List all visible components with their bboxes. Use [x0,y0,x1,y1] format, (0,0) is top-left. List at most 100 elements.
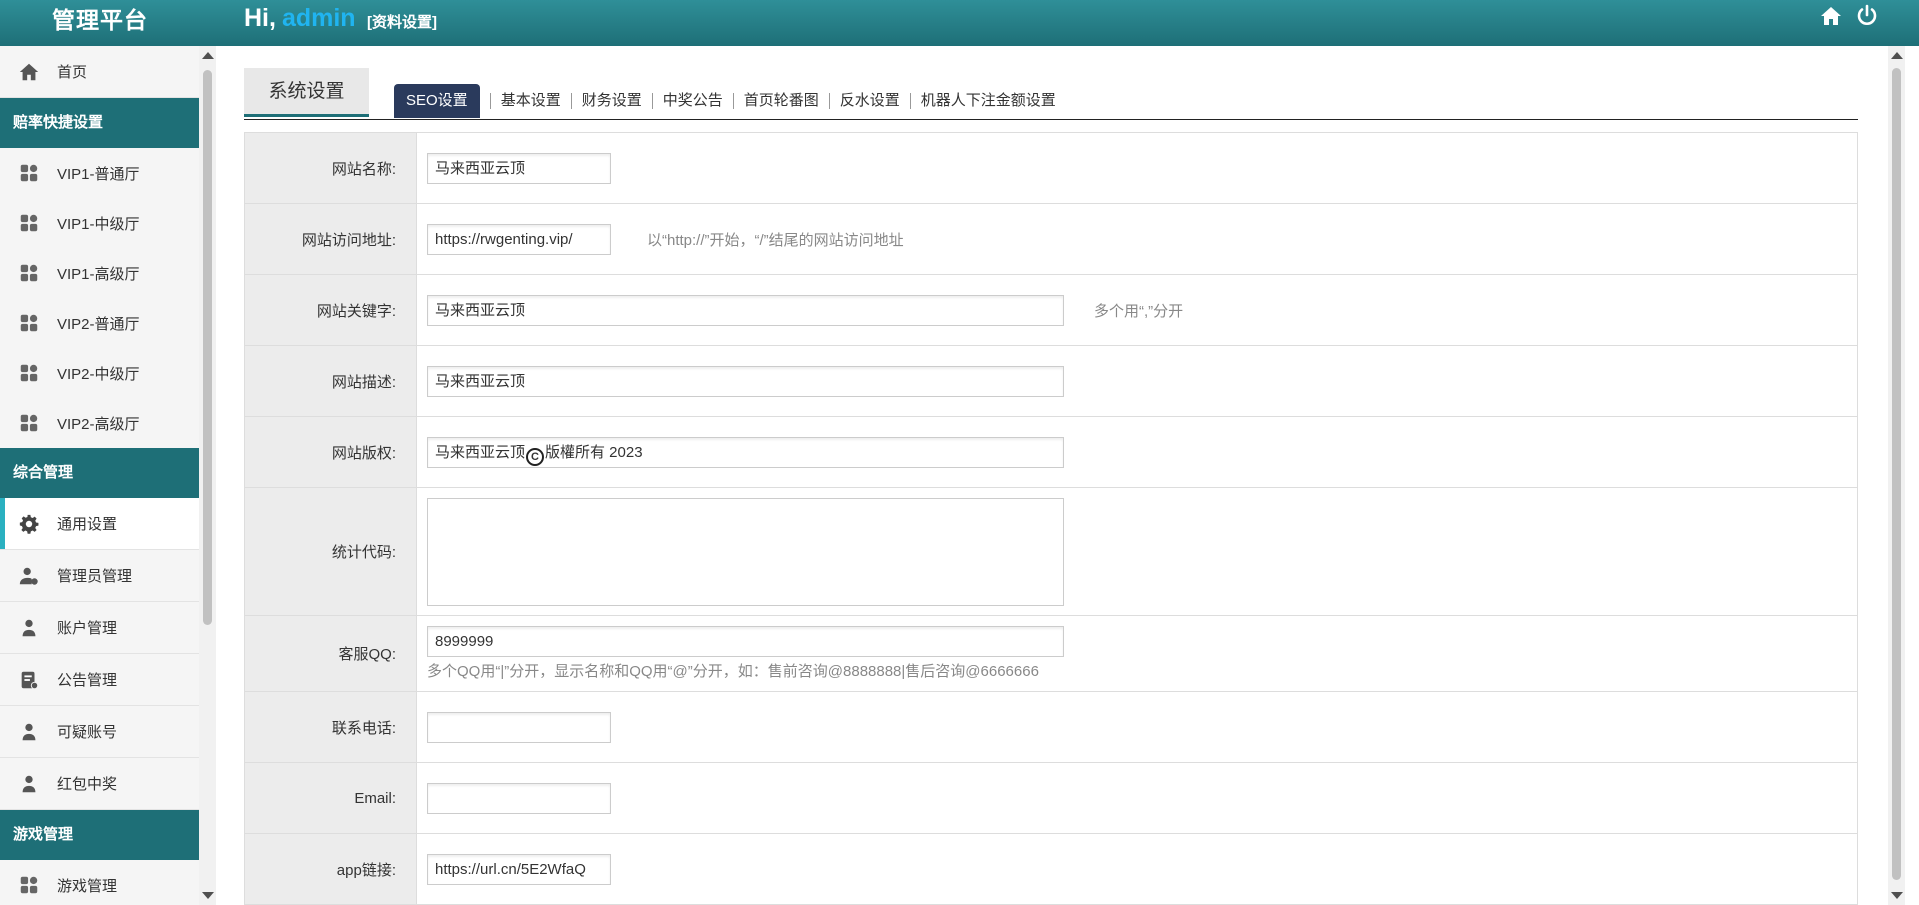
field-label: 网站描述: [245,346,417,416]
form-row-email: Email: [245,763,1857,834]
sidebar-item-label: VIP2-高级厅 [57,415,140,433]
home-icon [0,61,57,83]
sidebar-group-general: 综合管理 [0,448,199,498]
sidebar-item-vip1-mid[interactable]: VIP1-中级厅 [0,198,199,248]
sidebar-item-vip2-mid[interactable]: VIP2-中级厅 [0,348,199,398]
form-row-phone: 联系电话: [245,692,1857,763]
field-label: 客服QQ: [245,616,417,691]
sidebar-item-announcement-management[interactable]: 公告管理 [0,654,199,706]
form-row-qq: 客服QQ: 8999999 多个QQ用“|”分开，显示名称和QQ用“@”分开，如… [245,616,1857,692]
copyright-prefix: 马来西亚云顶 [435,443,526,461]
sidebar-item-vip1-normal[interactable]: VIP1-普通厅 [0,148,199,198]
tab-robot-bet-amount[interactable]: 机器人下注金额设置 [911,84,1066,118]
sidebar-item-vip1-high[interactable]: VIP1-高级厅 [0,248,199,298]
form-row-site-name: 网站名称: 马来西亚云顶 [245,133,1857,204]
sidebar-item-vip2-high[interactable]: VIP2-高级厅 [0,398,199,448]
field-label: 联系电话: [245,692,417,762]
sidebar-item-suspicious-accounts[interactable]: 可疑账号 [0,706,199,758]
user-icon [0,617,57,639]
phone-input[interactable] [427,711,611,743]
sidebar-item-label: VIP2-中级厅 [57,365,140,383]
sidebar-item-home[interactable]: 首页 [0,46,199,98]
tab-seo[interactable]: SEO设置 [394,84,480,118]
profile-settings-link[interactable]: [资料设置] [367,11,437,32]
stat-code-textarea[interactable] [427,497,1064,606]
email-input[interactable] [427,782,611,814]
user-settings-icon [0,565,57,587]
description-input[interactable]: 马来西亚云顶 [427,365,1064,397]
apps-icon [0,874,57,896]
username: admin [281,4,356,32]
field-label: 统计代码: [245,488,417,615]
home-icon[interactable] [1819,4,1843,28]
sidebar-item-label: VIP2-普通厅 [57,315,140,333]
site-url-hint: 以“http://”开始，“/”结尾的网站访问地址 [647,231,904,249]
sidebar-item-label: VIP1-普通厅 [57,165,140,183]
section-title: 系统设置 [244,68,369,117]
sidebar-item-label: 红包中奖 [57,776,118,793]
user-icon [0,721,57,743]
tab-home-carousel[interactable]: 首页轮番图 [734,84,829,118]
qq-input[interactable]: 8999999 [427,626,1064,657]
apps-icon [0,212,57,234]
field-label: 网站版权: [245,417,417,487]
header-actions [1819,4,1879,28]
form-row-app-link: app链接: https://url.cn/5E2WfaQ [245,834,1857,905]
sidebar-item-game-management[interactable]: 游戏管理 [0,860,199,905]
greeting: Hi, admin [244,4,356,33]
settings-tabbar: 系统设置 SEO设置 基本设置 财务设置 中奖公告 首页轮番图 反水设置 机器人… [244,68,1858,120]
field-label: 网站关键字: [245,275,417,345]
apps-icon [0,162,57,184]
form-row-copyright: 网站版权: 马来西亚云顶 C 版權所有 2023 [245,417,1857,488]
scroll-down-arrow-icon[interactable] [1891,892,1903,899]
main-content: 系统设置 SEO设置 基本设置 财务设置 中奖公告 首页轮番图 反水设置 机器人… [216,46,1888,905]
qq-hint: 多个QQ用“|”分开，显示名称和QQ用“@”分开，如：售前咨询@8888888|… [427,663,1039,680]
field-label: Email: [245,763,417,833]
greeting-text: Hi, [244,4,276,32]
power-icon[interactable] [1855,4,1879,28]
sidebar-item-account-management[interactable]: 账户管理 [0,602,199,654]
scroll-up-arrow-icon[interactable] [202,52,214,59]
tab-rebate[interactable]: 反水设置 [830,84,910,118]
apps-icon [0,262,57,284]
scrollbar-thumb[interactable] [203,70,212,625]
app-link-input[interactable]: https://url.cn/5E2WfaQ [427,853,611,885]
top-header: 管理平台 Hi, admin [资料设置] [0,0,1919,46]
tab-basic[interactable]: 基本设置 [491,84,571,118]
form-row-site-url: 网站访问地址: https://rwgenting.vip/ 以“http://… [245,204,1857,275]
sidebar-item-label: 首页 [57,64,88,81]
copyright-input[interactable]: 马来西亚云顶 C 版權所有 2023 [427,436,1064,468]
scroll-down-arrow-icon[interactable] [202,892,214,899]
field-label: app链接: [245,834,417,904]
sidebar-scrollbar[interactable] [199,46,216,905]
main-scrollbar[interactable] [1888,46,1905,905]
sidebar-item-label: 公告管理 [57,672,118,689]
sidebar-item-label: 游戏管理 [57,877,118,895]
scroll-up-arrow-icon[interactable] [1891,52,1903,59]
sidebar-item-label: VIP1-中级厅 [57,215,140,233]
sidebar: 首页 赔率快捷设置 VIP1-普通厅 VIP1-中级厅 VIP1-高级厅 VIP… [0,46,199,905]
keywords-hint: 多个用“,”分开 [1094,302,1184,320]
keywords-input[interactable]: 马来西亚云顶 [427,294,1064,326]
site-url-input[interactable]: https://rwgenting.vip/ [427,223,611,255]
tab-finance[interactable]: 财务设置 [572,84,652,118]
sidebar-item-general-settings[interactable]: 通用设置 [0,498,199,550]
site-name-input[interactable]: 马来西亚云顶 [427,152,611,184]
sidebar-group-odds: 赔率快捷设置 [0,98,199,148]
field-label: 网站访问地址: [245,204,417,274]
sidebar-group-games: 游戏管理 [0,810,199,860]
copyright-icon: C [526,447,545,466]
sidebar-item-admin-management[interactable]: 管理员管理 [0,550,199,602]
tab-winning-announcement[interactable]: 中奖公告 [653,84,733,118]
sidebar-item-label: 通用设置 [57,516,118,533]
form-row-description: 网站描述: 马来西亚云顶 [245,346,1857,417]
scrollbar-thumb[interactable] [1892,68,1901,880]
apps-icon [0,312,57,334]
sidebar-item-label: 账户管理 [57,620,118,637]
apps-icon [0,412,57,434]
document-icon [0,669,57,691]
sidebar-item-vip2-normal[interactable]: VIP2-普通厅 [0,298,199,348]
gear-icon [0,513,57,535]
sidebar-item-red-packet-wins[interactable]: 红包中奖 [0,758,199,810]
user-icon [0,773,57,795]
